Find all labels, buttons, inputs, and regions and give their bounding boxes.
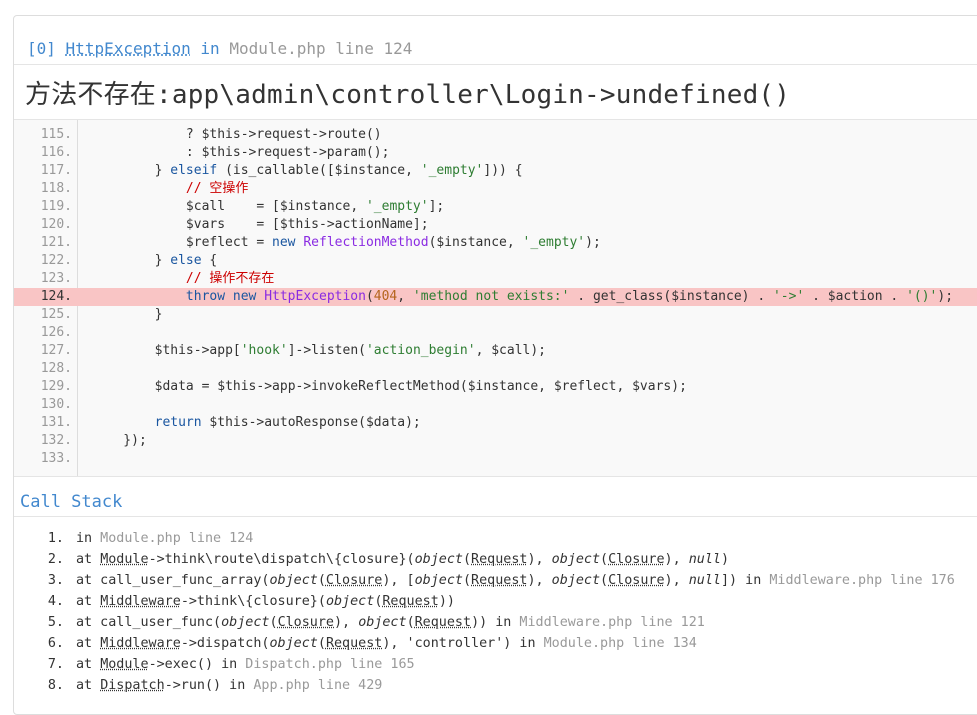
call-stack-list: 1. in Module.php line 124 2. at Module->thi… xyxy=(20,528,955,696)
line-number: 128. xyxy=(40,361,72,376)
call-stack-number: 8. xyxy=(47,678,64,693)
line-number: 124. xyxy=(40,289,72,304)
header-divider xyxy=(14,64,977,65)
call-stack-number: 1. xyxy=(47,531,64,546)
code-line: 128. xyxy=(14,360,977,378)
line-number: 127. xyxy=(40,343,72,358)
code-line: 130. xyxy=(14,396,977,414)
code-text: // 空操作 xyxy=(185,181,249,196)
code-text: } else { xyxy=(92,253,218,268)
call-stack-text: at call_user_func_array(object(Closure),… xyxy=(76,573,762,588)
code-line: 122. } else { xyxy=(14,252,977,270)
call-stack-text: at Dispatch->run() in xyxy=(76,678,246,693)
line-number: 133. xyxy=(40,451,72,466)
line-number: 120. xyxy=(40,217,72,232)
call-stack-item: 3. at call_user_func_array(object(Closure… xyxy=(20,570,955,591)
line-number: 130. xyxy=(40,397,72,412)
code-line: 127. $this->app['hook']->listen('action_… xyxy=(14,342,977,360)
call-stack-number: 7. xyxy=(47,657,64,672)
call-stack-text: in xyxy=(76,531,93,546)
code-line: 133. xyxy=(14,450,977,468)
code-text: $data = $this->app->invokeReflectMethod(… xyxy=(154,379,687,394)
exception-in-keyword: in xyxy=(200,39,220,58)
code-line: 131. return $this->autoResponse($data); xyxy=(14,414,977,432)
line-number: 119. xyxy=(40,199,72,214)
call-stack-text: at Module->exec() in xyxy=(76,657,238,672)
code-line: 118. // 空操作 xyxy=(14,180,977,198)
call-stack-item: 1. in Module.php line 124 xyxy=(20,528,955,549)
code-text: $vars = [$this->actionName]; xyxy=(185,217,429,232)
call-stack-item: 8. at Dispatch->run() in App.php line 429 xyxy=(20,675,955,696)
exception-class-link[interactable]: HttpException xyxy=(66,39,191,58)
line-number: 131. xyxy=(40,415,72,430)
call-stack-number: 4. xyxy=(47,594,64,609)
code-line: 126. xyxy=(14,324,977,342)
call-stack-text: at Middleware->think\{closure}(object(Re… xyxy=(76,594,455,609)
call-stack-item: 6. at Middleware->dispatch(object(Request… xyxy=(20,633,955,654)
code-text: $this->app['hook']->listen('action_begin… xyxy=(154,343,547,358)
call-stack-number: 6. xyxy=(47,636,64,651)
code-text: ? $this->request->route() xyxy=(92,127,382,142)
exception-header: [0] HttpException in Module.php line 124 xyxy=(27,39,412,58)
exception-index: [0] xyxy=(27,39,56,58)
code-text: } xyxy=(92,307,163,322)
code-line: 115. ? $this->request->route() xyxy=(14,126,977,144)
call-stack-number: 2. xyxy=(47,552,64,567)
call-stack-item: 4. at Middleware->think\{closure}(object(… xyxy=(20,591,955,612)
code-text: throw new HttpException(404, 'method not… xyxy=(185,289,954,304)
call-stack-location: Middleware.php line 121 xyxy=(511,615,705,630)
highlighted-code-line: 124. throw new HttpException(404, 'metho… xyxy=(14,288,977,306)
call-stack-location: Module.php line 124 xyxy=(92,531,254,546)
code-line: 116. : $this->request->param(); xyxy=(14,144,977,162)
code-line: 117. } elseif (is_callable([$instance, '… xyxy=(14,162,977,180)
code-text: $call = [$instance, '_empty']; xyxy=(185,199,445,214)
code-text: } elseif (is_callable([$instance, '_empt… xyxy=(92,163,523,178)
call-stack-location: App.php line 429 xyxy=(245,678,383,693)
call-stack-number: 5. xyxy=(47,615,64,630)
call-stack-text: at call_user_func(object(Closure), objec… xyxy=(76,615,512,630)
call-stack-location: Module.php line 134 xyxy=(535,636,697,651)
call-stack-location: Middleware.php line 176 xyxy=(761,573,955,588)
line-number: 115. xyxy=(40,127,72,142)
line-number: 123. xyxy=(40,271,72,286)
source-code-viewer[interactable]: 115. ? $this->request->route() 116. : $th… xyxy=(14,119,977,477)
code-line: 129. $data = $this->app->invokeReflectMe… xyxy=(14,378,977,396)
line-number: 126. xyxy=(40,325,72,340)
line-number: 132. xyxy=(40,433,72,448)
call-stack-item: 2. at Module->think\route\dispatch\{closu… xyxy=(20,549,955,570)
line-number: 117. xyxy=(40,163,72,178)
code-line: 121. $reflect = new ReflectionMethod($in… xyxy=(14,234,977,252)
code-line: 120. $vars = [$this->actionName]; xyxy=(14,216,977,234)
line-number: 118. xyxy=(40,181,72,196)
code-text: return $this->autoResponse($data); xyxy=(154,415,421,430)
code-line: 132. }); xyxy=(14,432,977,450)
exception-location: Module.php line 124 xyxy=(229,39,413,58)
code-text: $reflect = new ReflectionMethod($instanc… xyxy=(185,235,601,250)
call-stack-item: 5. at call_user_func(object(Closure), obj… xyxy=(20,612,955,633)
exception-message: 方法不存在:app\admin\controller\Login->undefi… xyxy=(25,80,791,110)
code-line: 123. // 操作不存在 xyxy=(14,270,977,288)
call-stack-divider xyxy=(14,516,977,517)
call-stack-location: Dispatch.php line 165 xyxy=(237,657,415,672)
call-stack-number: 3. xyxy=(47,573,64,588)
code-text: }); xyxy=(92,433,147,448)
code-text: : $this->request->param(); xyxy=(92,145,390,160)
code-text: // 操作不存在 xyxy=(185,271,275,286)
call-stack-text: at Module->think\route\dispatch\{closure… xyxy=(76,552,730,567)
line-number: 122. xyxy=(40,253,72,268)
call-stack-title: Call Stack xyxy=(20,492,123,512)
line-number: 116. xyxy=(40,145,72,160)
line-number: 121. xyxy=(40,235,72,250)
call-stack-text: at Middleware->dispatch(object(Request),… xyxy=(76,636,536,651)
line-number: 129. xyxy=(40,379,72,394)
code-line: 119. $call = [$instance, '_empty']; xyxy=(14,198,977,216)
call-stack-item: 7. at Module->exec() in Dispatch.php line… xyxy=(20,654,955,675)
code-line: 125. } xyxy=(14,306,977,324)
line-number: 125. xyxy=(40,307,72,322)
